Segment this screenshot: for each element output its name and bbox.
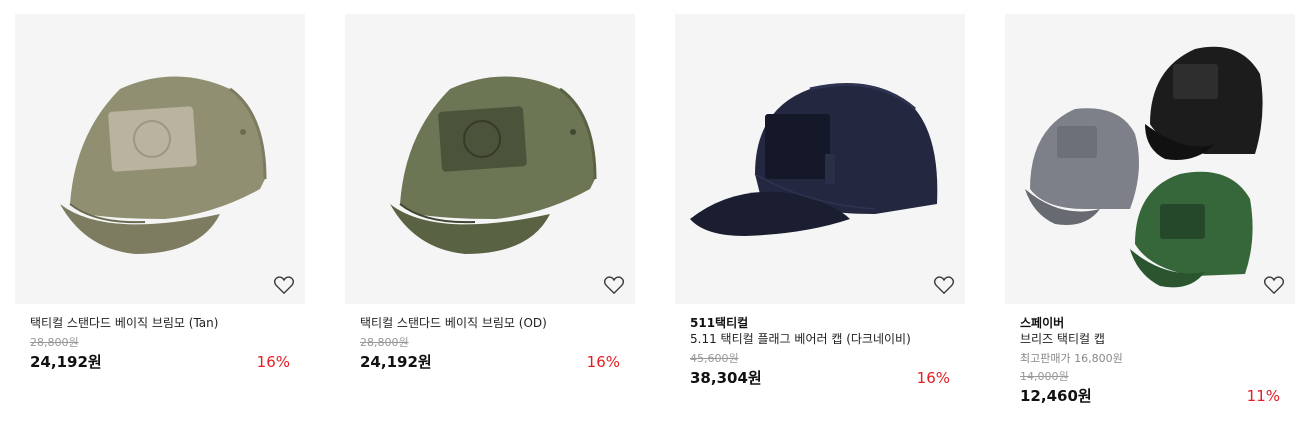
brand-name[interactable]: 스페이버: [1020, 315, 1280, 331]
product-name[interactable]: 택티컬 스탠다드 베이직 브림모 (Tan): [30, 315, 290, 331]
heart-icon[interactable]: [1263, 275, 1285, 295]
original-price: 28,800원: [30, 336, 79, 349]
original-price: 14,000원: [1020, 370, 1069, 383]
heart-icon[interactable]: [933, 275, 955, 295]
product-card-3[interactable]: 511택티컬 5.11 택티컬 플래그 베어러 캡 (다크네이비) 45,600…: [675, 14, 965, 388]
product-name[interactable]: 택티컬 스탠다드 베이직 브림모 (OD): [360, 315, 620, 331]
cap-image: [390, 76, 597, 254]
discount-rate: 16%: [256, 353, 290, 371]
sale-price: 24,192원: [30, 353, 102, 371]
sale-price: 12,460원: [1020, 387, 1092, 405]
cap-image: [60, 76, 267, 254]
sale-price: 24,192원: [360, 353, 432, 371]
brand-name[interactable]: 511택티컬: [690, 315, 950, 331]
product-name[interactable]: 5.11 택티컬 플래그 베어러 캡 (다크네이비): [690, 331, 950, 347]
original-price: 45,600원: [690, 352, 739, 365]
product-image[interactable]: [1005, 14, 1295, 304]
discount-rate: 16%: [586, 353, 620, 371]
cap-image: [1025, 46, 1263, 288]
product-image[interactable]: [15, 14, 305, 304]
cap-image: [690, 83, 938, 236]
product-name[interactable]: 브리즈 택티컬 캡: [1020, 331, 1280, 347]
best-price-label: 최고판매가 16,800원: [1020, 352, 1123, 365]
original-price: 28,800원: [360, 336, 409, 349]
discount-rate: 16%: [916, 369, 950, 387]
product-card-2[interactable]: 택티컬 스탠다드 베이직 브림모 (OD) 28,800원 24,192원 16…: [345, 14, 635, 372]
heart-icon[interactable]: [603, 275, 625, 295]
discount-rate: 11%: [1246, 387, 1280, 405]
product-image[interactable]: [345, 14, 635, 304]
sale-price: 38,304원: [690, 369, 762, 387]
product-card-4[interactable]: 스페이버 브리즈 택티컬 캡 최고판매가 16,800원 14,000원 12,…: [1005, 14, 1295, 406]
product-card-1[interactable]: 택티컬 스탠다드 베이직 브림모 (Tan) 28,800원 24,192원 1…: [15, 14, 305, 372]
product-image[interactable]: [675, 14, 965, 304]
heart-icon[interactable]: [273, 275, 295, 295]
